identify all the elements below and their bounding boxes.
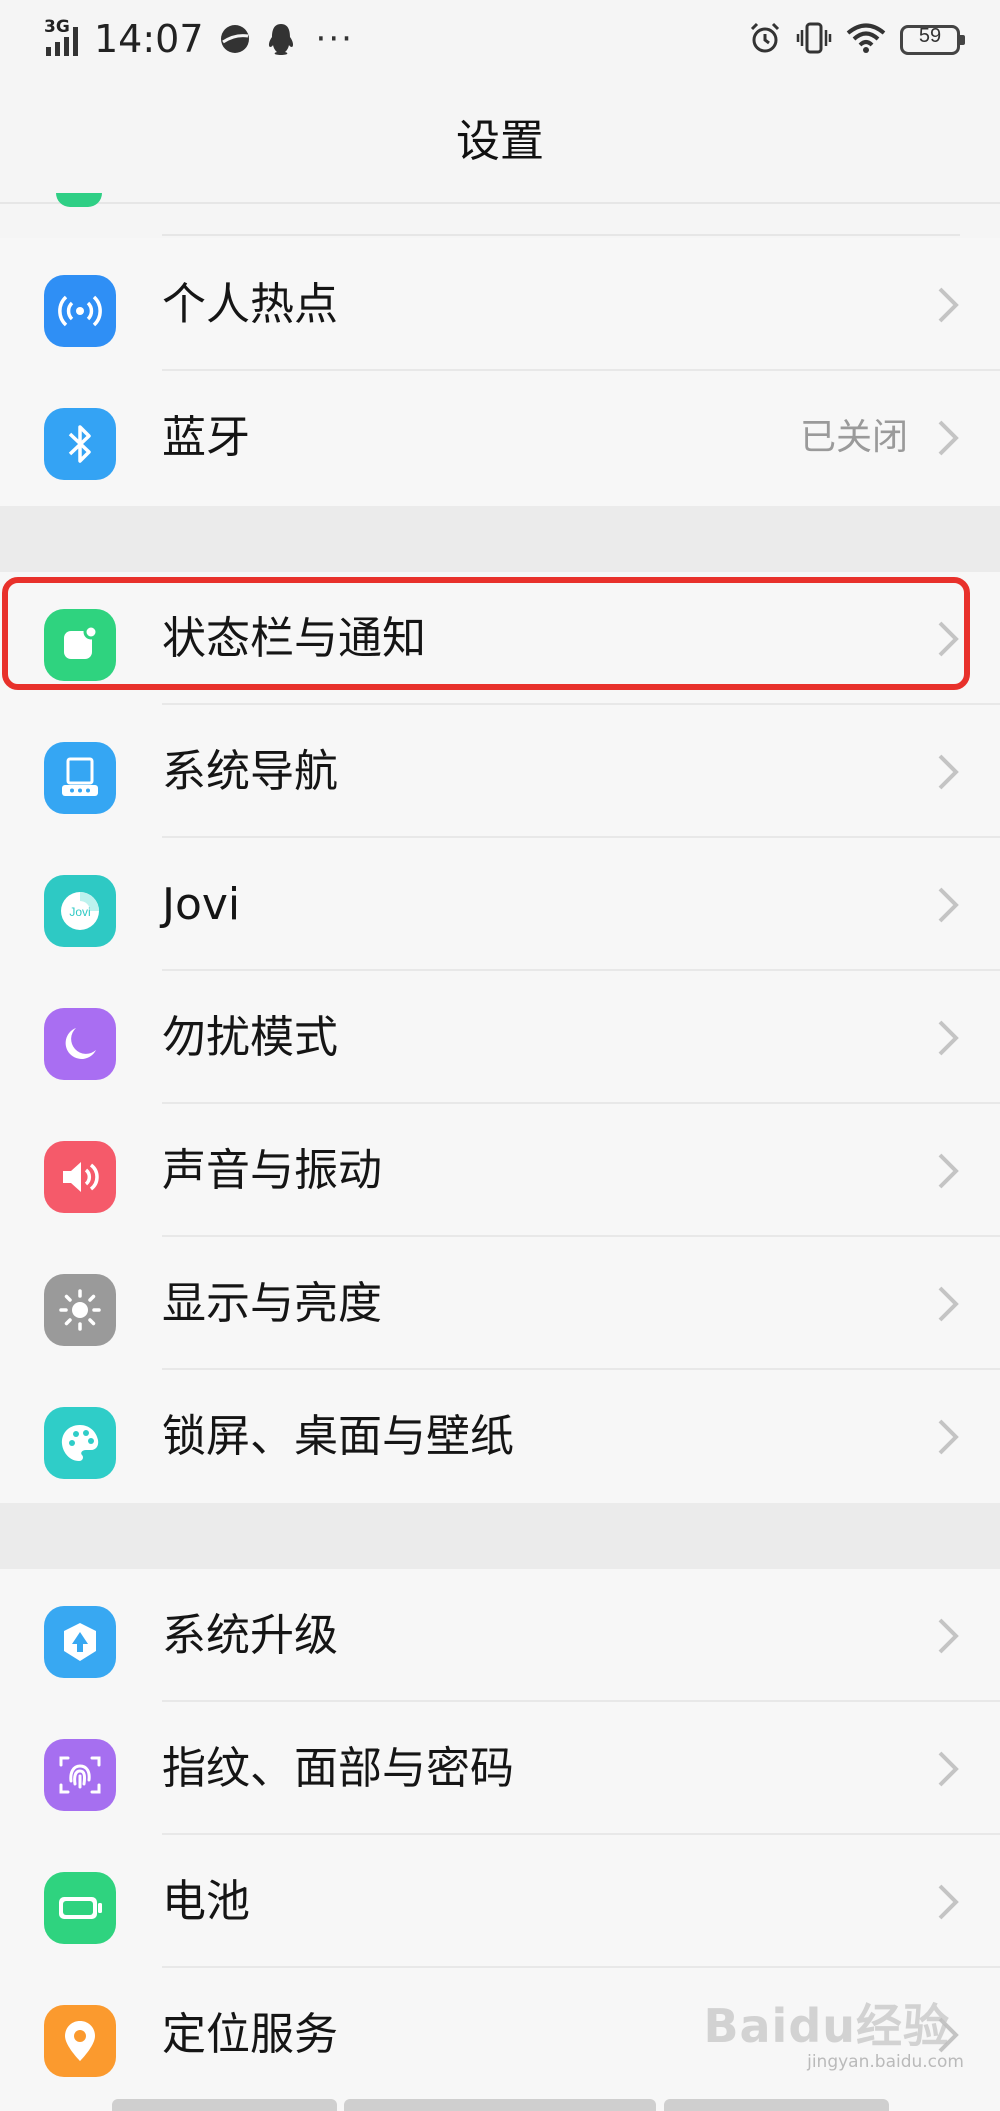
battery-indicator: 59 <box>900 25 965 55</box>
chevron-right-icon <box>938 1419 959 1455</box>
settings-row-label: 锁屏、桌面与壁纸 <box>162 1411 514 1462</box>
settings-row-do-not-disturb[interactable]: 勿扰模式 <box>0 971 1000 1104</box>
moon-icon <box>44 1008 116 1080</box>
settings-row-label: 显示与亮度 <box>162 1278 382 1329</box>
settings-row-battery[interactable]: 电池 <box>0 1835 1000 1968</box>
settings-row-system-navigation[interactable]: 系统导航 <box>0 705 1000 838</box>
status-time: 14:07 <box>94 17 204 61</box>
settings-row-label: 系统升级 <box>162 1610 338 1661</box>
status-bar: 3G 14:07 ··· 59 <box>0 0 1000 80</box>
highlight-annotation <box>2 577 970 690</box>
section-gap <box>0 1503 1000 1569</box>
vibrate-icon <box>796 20 832 60</box>
chevron-right-icon <box>938 1751 959 1787</box>
settings-row-jovi[interactable]: Jovi Jovi <box>0 838 1000 971</box>
baidu-watermark-url: jingyan.baidu.com <box>807 2052 964 2072</box>
bottom-edge-bar <box>664 2099 889 2111</box>
chevron-right-icon <box>938 754 959 790</box>
bluetooth-icon <box>44 408 116 480</box>
speaker-icon <box>44 1141 116 1213</box>
page-title: 设置 <box>456 116 544 167</box>
chevron-right-icon <box>938 287 959 323</box>
bluetooth-status: 已关闭 <box>799 417 908 458</box>
signal-icon: 3G <box>44 17 84 57</box>
fingerprint-icon <box>44 1739 116 1811</box>
chevron-right-icon <box>938 1884 959 1920</box>
settings-row-bluetooth[interactable]: 蓝牙 已关闭 <box>0 371 1000 504</box>
chevron-right-icon <box>938 1286 959 1322</box>
svg-text:Jovi: Jovi <box>69 905 90 919</box>
wifi-icon <box>846 22 886 58</box>
chevron-right-icon <box>938 1020 959 1056</box>
location-icon <box>44 2005 116 2077</box>
status-bar-right: 59 <box>734 16 965 64</box>
scrolled-item-divider <box>162 234 960 236</box>
header: 设置 <box>0 80 1000 204</box>
settings-group-connections: 个人热点 蓝牙 已关闭 <box>0 238 1000 506</box>
browser-icon <box>218 22 252 56</box>
settings-group-display: 状态栏与通知 系统导航 Jovi Jovi 勿扰模式 声音与振动 显示与亮度 锁… <box>0 572 1000 1503</box>
section-gap <box>0 506 1000 572</box>
settings-row-label: 定位服务 <box>162 2009 338 2060</box>
settings-row-sound-vibration[interactable]: 声音与振动 <box>0 1104 1000 1237</box>
chevron-right-icon <box>938 887 959 923</box>
update-icon <box>44 1606 116 1678</box>
settings-row-label: 电池 <box>162 1876 250 1927</box>
navigation-icon <box>44 742 116 814</box>
battery-icon <box>44 1872 116 1944</box>
status-bar-left: 3G 14:07 ··· <box>44 14 354 64</box>
battery-level: 59 <box>918 25 942 47</box>
more-notifications-icon: ··· <box>315 19 354 59</box>
settings-row-label: Jovi <box>162 879 241 930</box>
chevron-right-icon <box>938 420 959 456</box>
bottom-edge-bar <box>344 2099 656 2111</box>
settings-row-display-brightness[interactable]: 显示与亮度 <box>0 1237 1000 1370</box>
settings-row-fingerprint-face-password[interactable]: 指纹、面部与密码 <box>0 1702 1000 1835</box>
settings-row-label: 蓝牙 <box>162 412 250 463</box>
scrolled-item-icon <box>56 193 102 207</box>
hotspot-icon <box>44 275 116 347</box>
bottom-edge-bar <box>112 2099 337 2111</box>
baidu-watermark: Baidu经验 <box>703 1999 950 2053</box>
settings-row-label: 声音与振动 <box>162 1145 382 1196</box>
jovi-icon: Jovi <box>44 875 116 947</box>
header-divider <box>0 202 1000 204</box>
qq-icon <box>266 22 296 56</box>
settings-row-label: 指纹、面部与密码 <box>162 1743 514 1794</box>
alarm-icon <box>748 21 782 59</box>
settings-row-label: 系统导航 <box>162 746 338 797</box>
settings-row-label: 个人热点 <box>162 279 338 330</box>
settings-row-system-update[interactable]: 系统升级 <box>0 1569 1000 1702</box>
chevron-right-icon <box>938 1618 959 1654</box>
chevron-right-icon <box>938 1153 959 1189</box>
settings-row-label: 勿扰模式 <box>162 1012 338 1063</box>
settings-row-hotspot[interactable]: 个人热点 <box>0 238 1000 371</box>
sun-icon <box>44 1274 116 1346</box>
palette-icon <box>44 1407 116 1479</box>
settings-row-lockscreen-wallpaper[interactable]: 锁屏、桌面与壁纸 <box>0 1370 1000 1503</box>
